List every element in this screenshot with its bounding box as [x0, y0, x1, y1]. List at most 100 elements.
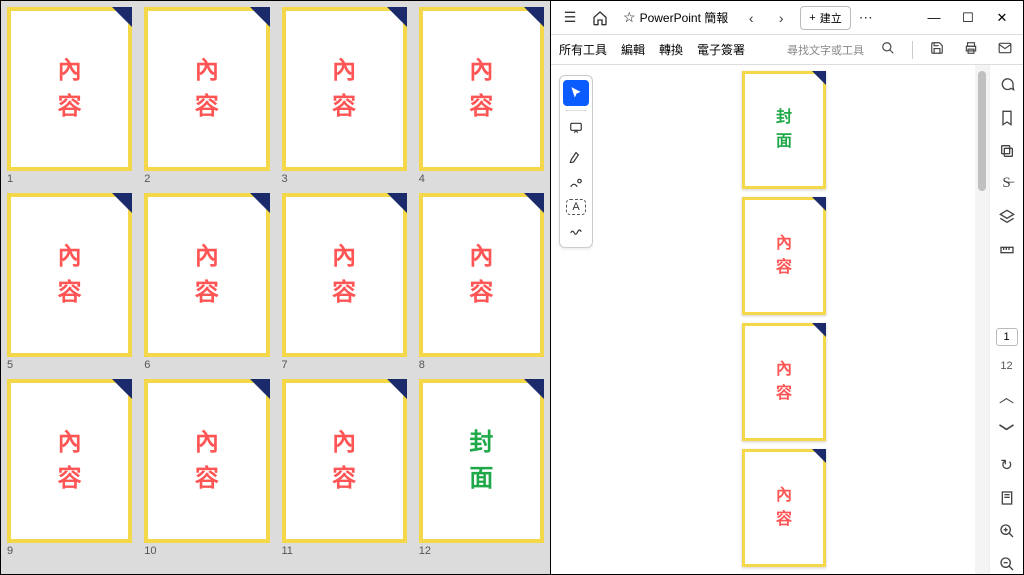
thumbnail-number: 12	[419, 545, 544, 557]
strikethrough-icon[interactable]: S̶	[996, 174, 1018, 193]
thumbnail-card[interactable]: 內 容	[144, 193, 269, 357]
corner-fold-icon	[250, 7, 270, 27]
zoom-out-icon[interactable]	[996, 555, 1018, 574]
scrollbar-thumb[interactable]	[978, 71, 986, 191]
mail-icon[interactable]	[995, 41, 1015, 58]
menu-esign[interactable]: 電子簽署	[697, 41, 745, 58]
content-label: 內 容	[469, 239, 493, 311]
menu-bar: 所有工具 編輯 轉換 電子簽署 尋找文字或工具	[551, 35, 1023, 65]
draw-tool[interactable]	[563, 171, 589, 197]
thumbnail-number: 6	[144, 359, 269, 371]
annotation-toolbar: A	[559, 75, 593, 248]
select-tool[interactable]	[563, 80, 589, 106]
maximize-button[interactable]: ☐	[951, 3, 985, 33]
corner-fold-icon	[250, 193, 270, 213]
thumbnail-cell[interactable]: 內 容3	[282, 7, 407, 187]
menu-edit[interactable]: 編輯	[621, 41, 645, 58]
separator	[912, 41, 913, 59]
pdf-viewer-panel: ☰ ☆ PowerPoint 簡報 ‹ › + 建立 ⋯ — ☐ ✕ 所有工具 …	[551, 0, 1024, 575]
thumbnail-cell[interactable]: 內 容5	[7, 193, 132, 373]
thumbnail-card[interactable]: 內 容	[419, 193, 544, 357]
menu-hamburger-button[interactable]: ☰	[555, 3, 585, 33]
thumbnail-number: 1	[7, 173, 132, 185]
corner-fold-icon	[250, 379, 270, 399]
thumbnail-cell[interactable]: 內 容 11	[282, 379, 407, 559]
corner-fold-icon	[387, 379, 407, 399]
print-icon[interactable]	[961, 41, 981, 58]
corner-fold-icon	[387, 7, 407, 27]
thumbnail-card[interactable]: 內 容	[7, 379, 132, 543]
thumbnail-number: 8	[419, 359, 544, 371]
corner-fold-icon	[112, 379, 132, 399]
zoom-in-icon[interactable]	[996, 522, 1018, 541]
thumbnail-cell[interactable]: 內 容10	[144, 379, 269, 559]
thumbnail-card[interactable]: 內 容	[282, 7, 407, 171]
thumbnail-card[interactable]: 內 容	[7, 7, 132, 171]
thumbnail-card[interactable]: 內 容	[419, 7, 544, 171]
thumbnail-cell[interactable]: 內 容 8	[419, 193, 544, 373]
page-card[interactable]: 內 容	[742, 197, 826, 315]
page-card[interactable]: 內 容	[742, 449, 826, 567]
thumbnail-card[interactable]: 內 容	[7, 193, 132, 357]
thumbnail-number: 11	[282, 545, 407, 557]
corner-fold-icon	[812, 197, 826, 211]
content-label: 內 容	[776, 232, 792, 280]
thumbnail-card[interactable]: 內 容	[144, 379, 269, 543]
page-view-icon[interactable]	[996, 489, 1018, 508]
corner-fold-icon	[387, 193, 407, 213]
page-card[interactable]: 封 面	[742, 71, 826, 189]
rotate-icon[interactable]: ↻	[996, 456, 1018, 475]
thumbnail-card[interactable]: 封 面	[419, 379, 544, 543]
corner-fold-icon	[812, 449, 826, 463]
thumbnail-card[interactable]: 內 容	[282, 379, 407, 543]
thumbnail-cell[interactable]: 內 容 2	[144, 7, 269, 187]
vertical-scrollbar[interactable]	[975, 65, 989, 574]
layers-icon[interactable]	[996, 208, 1018, 227]
content-label: 內 容	[195, 239, 219, 311]
text-tool[interactable]: A	[566, 199, 586, 215]
ruler-icon[interactable]	[996, 241, 1018, 260]
thumbnail-cell[interactable]: 內 容9	[7, 379, 132, 559]
chevron-down-icon[interactable]: ﹀	[996, 421, 1018, 442]
minimize-button[interactable]: —	[917, 3, 951, 33]
content-label: 內 容	[195, 53, 219, 125]
search-icon[interactable]	[878, 41, 898, 58]
content-label: 內 容	[332, 53, 356, 125]
bookmark-icon[interactable]	[996, 108, 1018, 127]
content-label: 內 容	[776, 358, 792, 406]
thumbnail-cell[interactable]: 內 容 1	[7, 7, 132, 187]
thumbnail-cell[interactable]: 封 面 12	[419, 379, 544, 559]
content-label: 內 容	[58, 239, 82, 311]
copy-icon[interactable]	[996, 141, 1018, 160]
thumbnail-cell[interactable]: 內 容4	[419, 7, 544, 187]
create-label: 建立	[820, 10, 842, 26]
corner-fold-icon	[112, 7, 132, 27]
page-viewport[interactable]: 封 面內 容內 容內 容	[593, 65, 975, 574]
prev-tab-button[interactable]: ‹	[736, 3, 766, 33]
signature-tool[interactable]	[563, 217, 589, 243]
content-label: 內 容	[58, 53, 82, 125]
plus-icon: +	[809, 12, 815, 24]
more-options-button[interactable]: ⋯	[851, 3, 881, 33]
create-button[interactable]: + 建立	[800, 6, 850, 30]
thumbnail-cell[interactable]: 內 容 6	[144, 193, 269, 373]
thumbnail-card[interactable]: 內 容	[282, 193, 407, 357]
page-card[interactable]: 內 容	[742, 323, 826, 441]
highlight-tool[interactable]	[563, 143, 589, 169]
current-page-indicator[interactable]: 1	[996, 328, 1018, 346]
next-tab-button[interactable]: ›	[766, 3, 796, 33]
chat-icon[interactable]	[996, 75, 1018, 94]
content-label: 內 容	[776, 484, 792, 532]
thumbnail-number: 2	[144, 173, 269, 185]
thumbnail-card[interactable]: 內 容	[144, 7, 269, 171]
save-icon[interactable]	[927, 41, 947, 58]
menu-convert[interactable]: 轉換	[659, 41, 683, 58]
chevron-up-icon[interactable]: ︿	[996, 386, 1018, 407]
home-button[interactable]	[585, 3, 615, 33]
thumbnail-cell[interactable]: 內 容7	[282, 193, 407, 373]
comment-tool[interactable]	[563, 115, 589, 141]
corner-fold-icon	[812, 323, 826, 337]
menu-all-tools[interactable]: 所有工具	[559, 41, 607, 58]
document-tab[interactable]: ☆ PowerPoint 簡報	[615, 3, 736, 33]
close-button[interactable]: ✕	[985, 3, 1019, 33]
